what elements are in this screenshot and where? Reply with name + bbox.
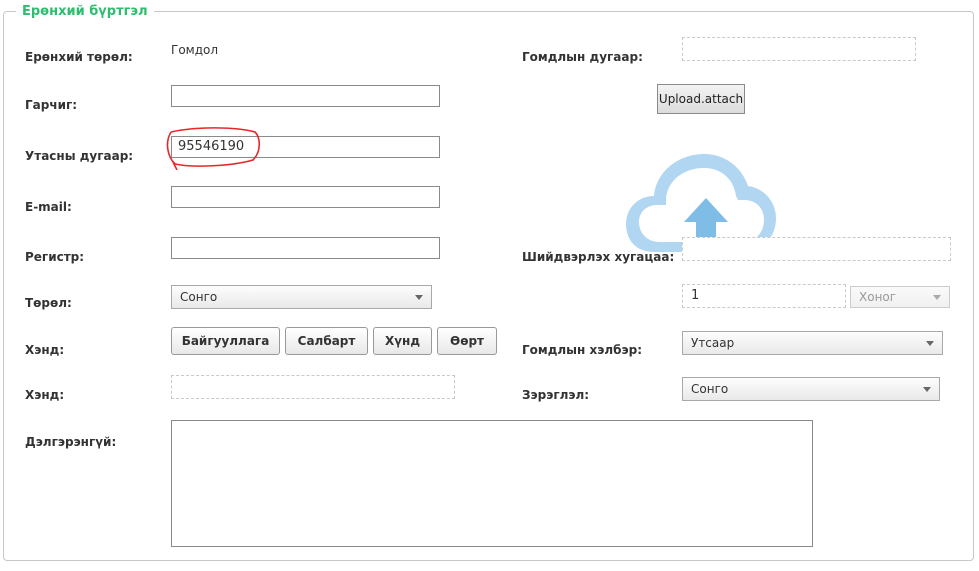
deadline-unit-select[interactable]: Хоног [850, 286, 950, 308]
complaint-form-label: Гомдлын хэлбэр: [522, 343, 643, 357]
severity-value: Сонго [691, 382, 729, 396]
type-label: Төрөл: [25, 296, 72, 310]
complaint-number-label: Гомдлын дугаар: [522, 50, 643, 64]
deadline-label: Шийдвэрлэх хугацаа: [522, 250, 675, 264]
subject-input[interactable] [171, 85, 440, 107]
complaint-form-value: Утсаар [691, 336, 735, 350]
deadline-unit-value: Хоног [859, 290, 897, 304]
recipient-field[interactable] [171, 375, 455, 399]
deadline-value-input[interactable]: 1 [682, 284, 846, 308]
upload-attach-button[interactable]: Upload.attach [657, 84, 745, 114]
section-title: Ерөнхий бүртгэл [16, 4, 154, 19]
severity-select[interactable]: Сонго [682, 377, 940, 401]
type-select-value: Сонго [180, 290, 218, 304]
general-type-label: Ерөнхий төрөл: [25, 50, 133, 64]
register-label: Регистр: [25, 250, 85, 264]
subject-label: Гарчиг: [25, 98, 78, 112]
email-input[interactable] [171, 186, 440, 208]
branch-button[interactable]: Салбарт [285, 327, 368, 355]
person-button[interactable]: Хүнд [373, 327, 432, 355]
email-label: E-mail: [25, 200, 72, 214]
complaint-form-select[interactable]: Утсаар [682, 331, 943, 355]
to-whom-2-label: Хэнд: [25, 388, 65, 402]
severity-label: Зэрэглэл: [522, 388, 590, 402]
phone-input[interactable]: 95546190 [171, 136, 440, 158]
to-whom-label: Хэнд: [25, 343, 65, 357]
complaint-number-field [682, 37, 916, 61]
details-label: Дэлгэрэнгүй: [25, 435, 117, 449]
chevron-down-icon [415, 295, 423, 300]
details-textarea[interactable] [171, 420, 813, 547]
chevron-down-icon [933, 295, 941, 300]
self-button[interactable]: Өөрт [437, 327, 497, 355]
chevron-down-icon [926, 341, 934, 346]
phone-label: Утасны дугаар: [25, 149, 134, 163]
type-select[interactable]: Сонго [171, 285, 432, 309]
general-type-value: Гомдол [171, 43, 219, 57]
chevron-down-icon [923, 387, 931, 392]
deadline-field [682, 237, 951, 261]
organization-button[interactable]: Байгууллага [171, 327, 280, 355]
register-input[interactable] [171, 237, 440, 259]
